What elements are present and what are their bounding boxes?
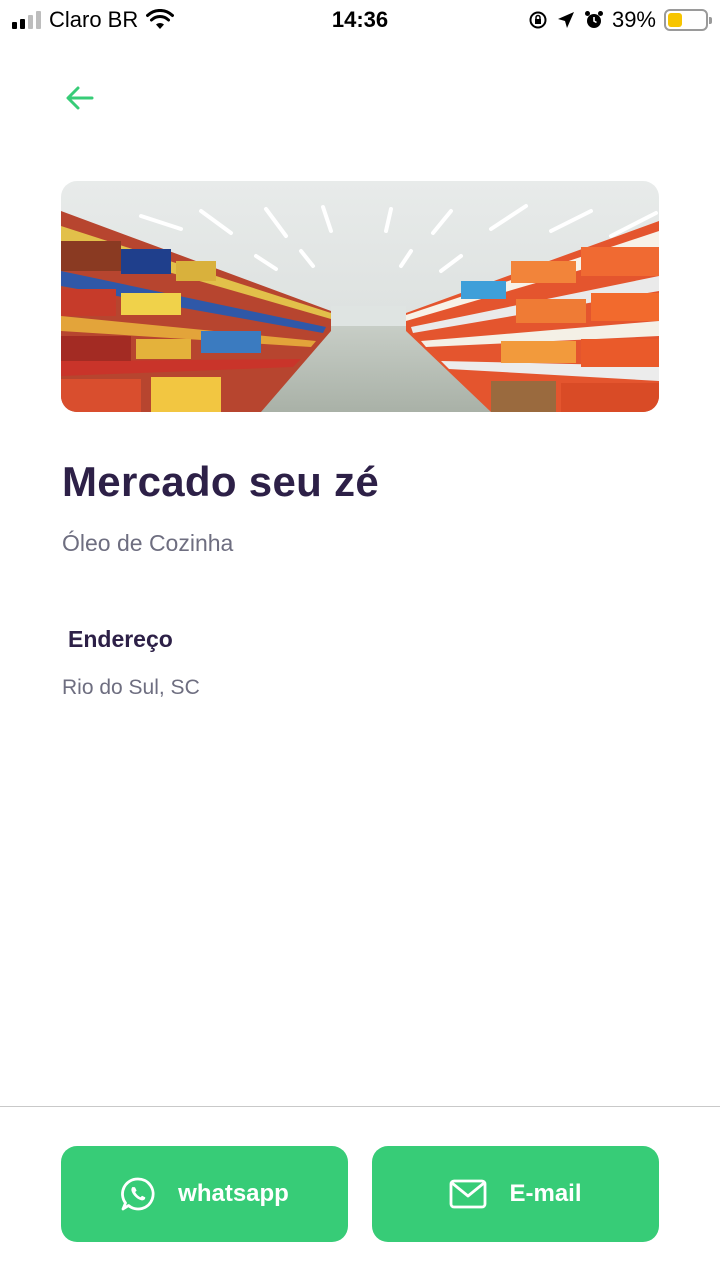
store-name: Mercado seu zé bbox=[62, 458, 379, 505]
back-button[interactable] bbox=[60, 78, 100, 118]
status-right: 39% bbox=[528, 7, 712, 33]
whatsapp-button[interactable]: whatsapp bbox=[61, 1146, 348, 1242]
battery-level bbox=[668, 13, 683, 27]
address-label: Endereço bbox=[68, 626, 173, 652]
bottom-divider bbox=[0, 1106, 720, 1107]
store-category: Óleo de Cozinha bbox=[62, 530, 234, 556]
carrier-label: Claro BR bbox=[49, 7, 139, 32]
location-arrow-icon bbox=[557, 12, 574, 28]
whatsapp-label: whatsapp bbox=[178, 1180, 289, 1207]
wifi-icon bbox=[146, 9, 175, 29]
arrow-left-icon bbox=[66, 86, 94, 110]
email-button[interactable]: E-mail bbox=[372, 1146, 659, 1242]
whatsapp-icon bbox=[120, 1176, 156, 1212]
address-value: Rio do Sul, SC bbox=[62, 676, 200, 699]
alarm-icon bbox=[584, 11, 603, 28]
battery-icon bbox=[664, 9, 712, 31]
status-bar: Claro BR 14:36 39% bbox=[0, 0, 720, 40]
status-left: Claro BR bbox=[12, 7, 175, 33]
signal-icon bbox=[12, 11, 41, 29]
store-detail-screen: Claro BR 14:36 39% Mercado seu zé Óleo d… bbox=[0, 0, 720, 1280]
battery-percent: 39% bbox=[611, 7, 656, 32]
mail-icon bbox=[449, 1179, 487, 1209]
rotation-lock-icon bbox=[529, 11, 547, 29]
store-image bbox=[61, 181, 659, 412]
email-label: E-mail bbox=[509, 1180, 582, 1207]
